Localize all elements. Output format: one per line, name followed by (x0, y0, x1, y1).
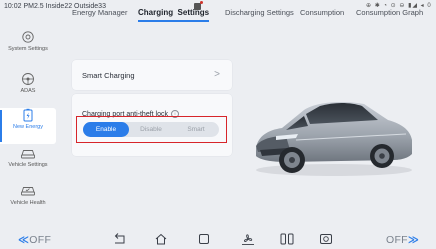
sidebar-item-system-settings[interactable]: System Settings (0, 30, 56, 66)
car-health-icon (21, 187, 35, 196)
sidebar-item-label: Vehicle Health (10, 200, 46, 206)
fan-icon[interactable] (241, 233, 255, 245)
sidebar-item-label: Vehicle Settings (8, 162, 48, 168)
sidebar-item-adas[interactable]: ADAS (0, 72, 56, 108)
smart-charging-label: Smart Charging (82, 71, 135, 80)
battery-icon (23, 108, 33, 122)
tab-label: Charging Settings (138, 8, 210, 17)
tab-discharging-settings[interactable]: Discharging Settings (225, 8, 294, 17)
camera-icon[interactable] (319, 233, 333, 245)
steering-wheel-icon (22, 73, 34, 85)
climate-right-label: OFF (386, 234, 408, 246)
arrow-right-icon: ≫ (407, 234, 420, 246)
climate-left[interactable]: ≪OFF (18, 234, 51, 246)
tab-consumption-graph[interactable]: Consumption Graph (356, 8, 423, 17)
back-icon[interactable] (112, 233, 126, 245)
tab-consumption[interactable]: Consumption (300, 8, 344, 17)
bottom-bar: ≪OFF OFF≫ (0, 226, 436, 249)
recent-apps-icon[interactable] (198, 233, 210, 245)
climate-left-label: OFF (29, 234, 52, 246)
vehicle-image (256, 102, 412, 176)
sidebar-item-vehicle-settings[interactable]: Vehicle Settings (0, 146, 56, 182)
sidebar-item-label: New Energy (13, 124, 43, 130)
gear-icon (22, 31, 34, 43)
tab-energy-manager[interactable]: Energy Manager (72, 8, 127, 17)
smart-charging-row[interactable]: Smart Charging > (72, 60, 232, 90)
home-icon[interactable] (155, 233, 167, 245)
sidebar-item-label: System Settings (8, 46, 48, 52)
sidebar: System Settings ADAS New Energy Vehicle … (0, 24, 56, 224)
chevron-right-icon: > (214, 69, 220, 80)
sidebar-item-label: ADAS (20, 88, 36, 94)
climate-right[interactable]: OFF≫ (386, 234, 419, 246)
highlight-box (76, 116, 227, 143)
tab-charging-settings[interactable]: Charging Settings (138, 8, 210, 22)
seat-icon[interactable] (280, 233, 294, 245)
car-icon (21, 150, 35, 159)
sidebar-item-vehicle-health[interactable]: Vehicle Health (0, 184, 56, 220)
tab-active-indicator (138, 20, 210, 22)
sidebar-item-new-energy[interactable]: New Energy (0, 108, 56, 144)
arrow-left-icon: ≪ (18, 234, 30, 246)
